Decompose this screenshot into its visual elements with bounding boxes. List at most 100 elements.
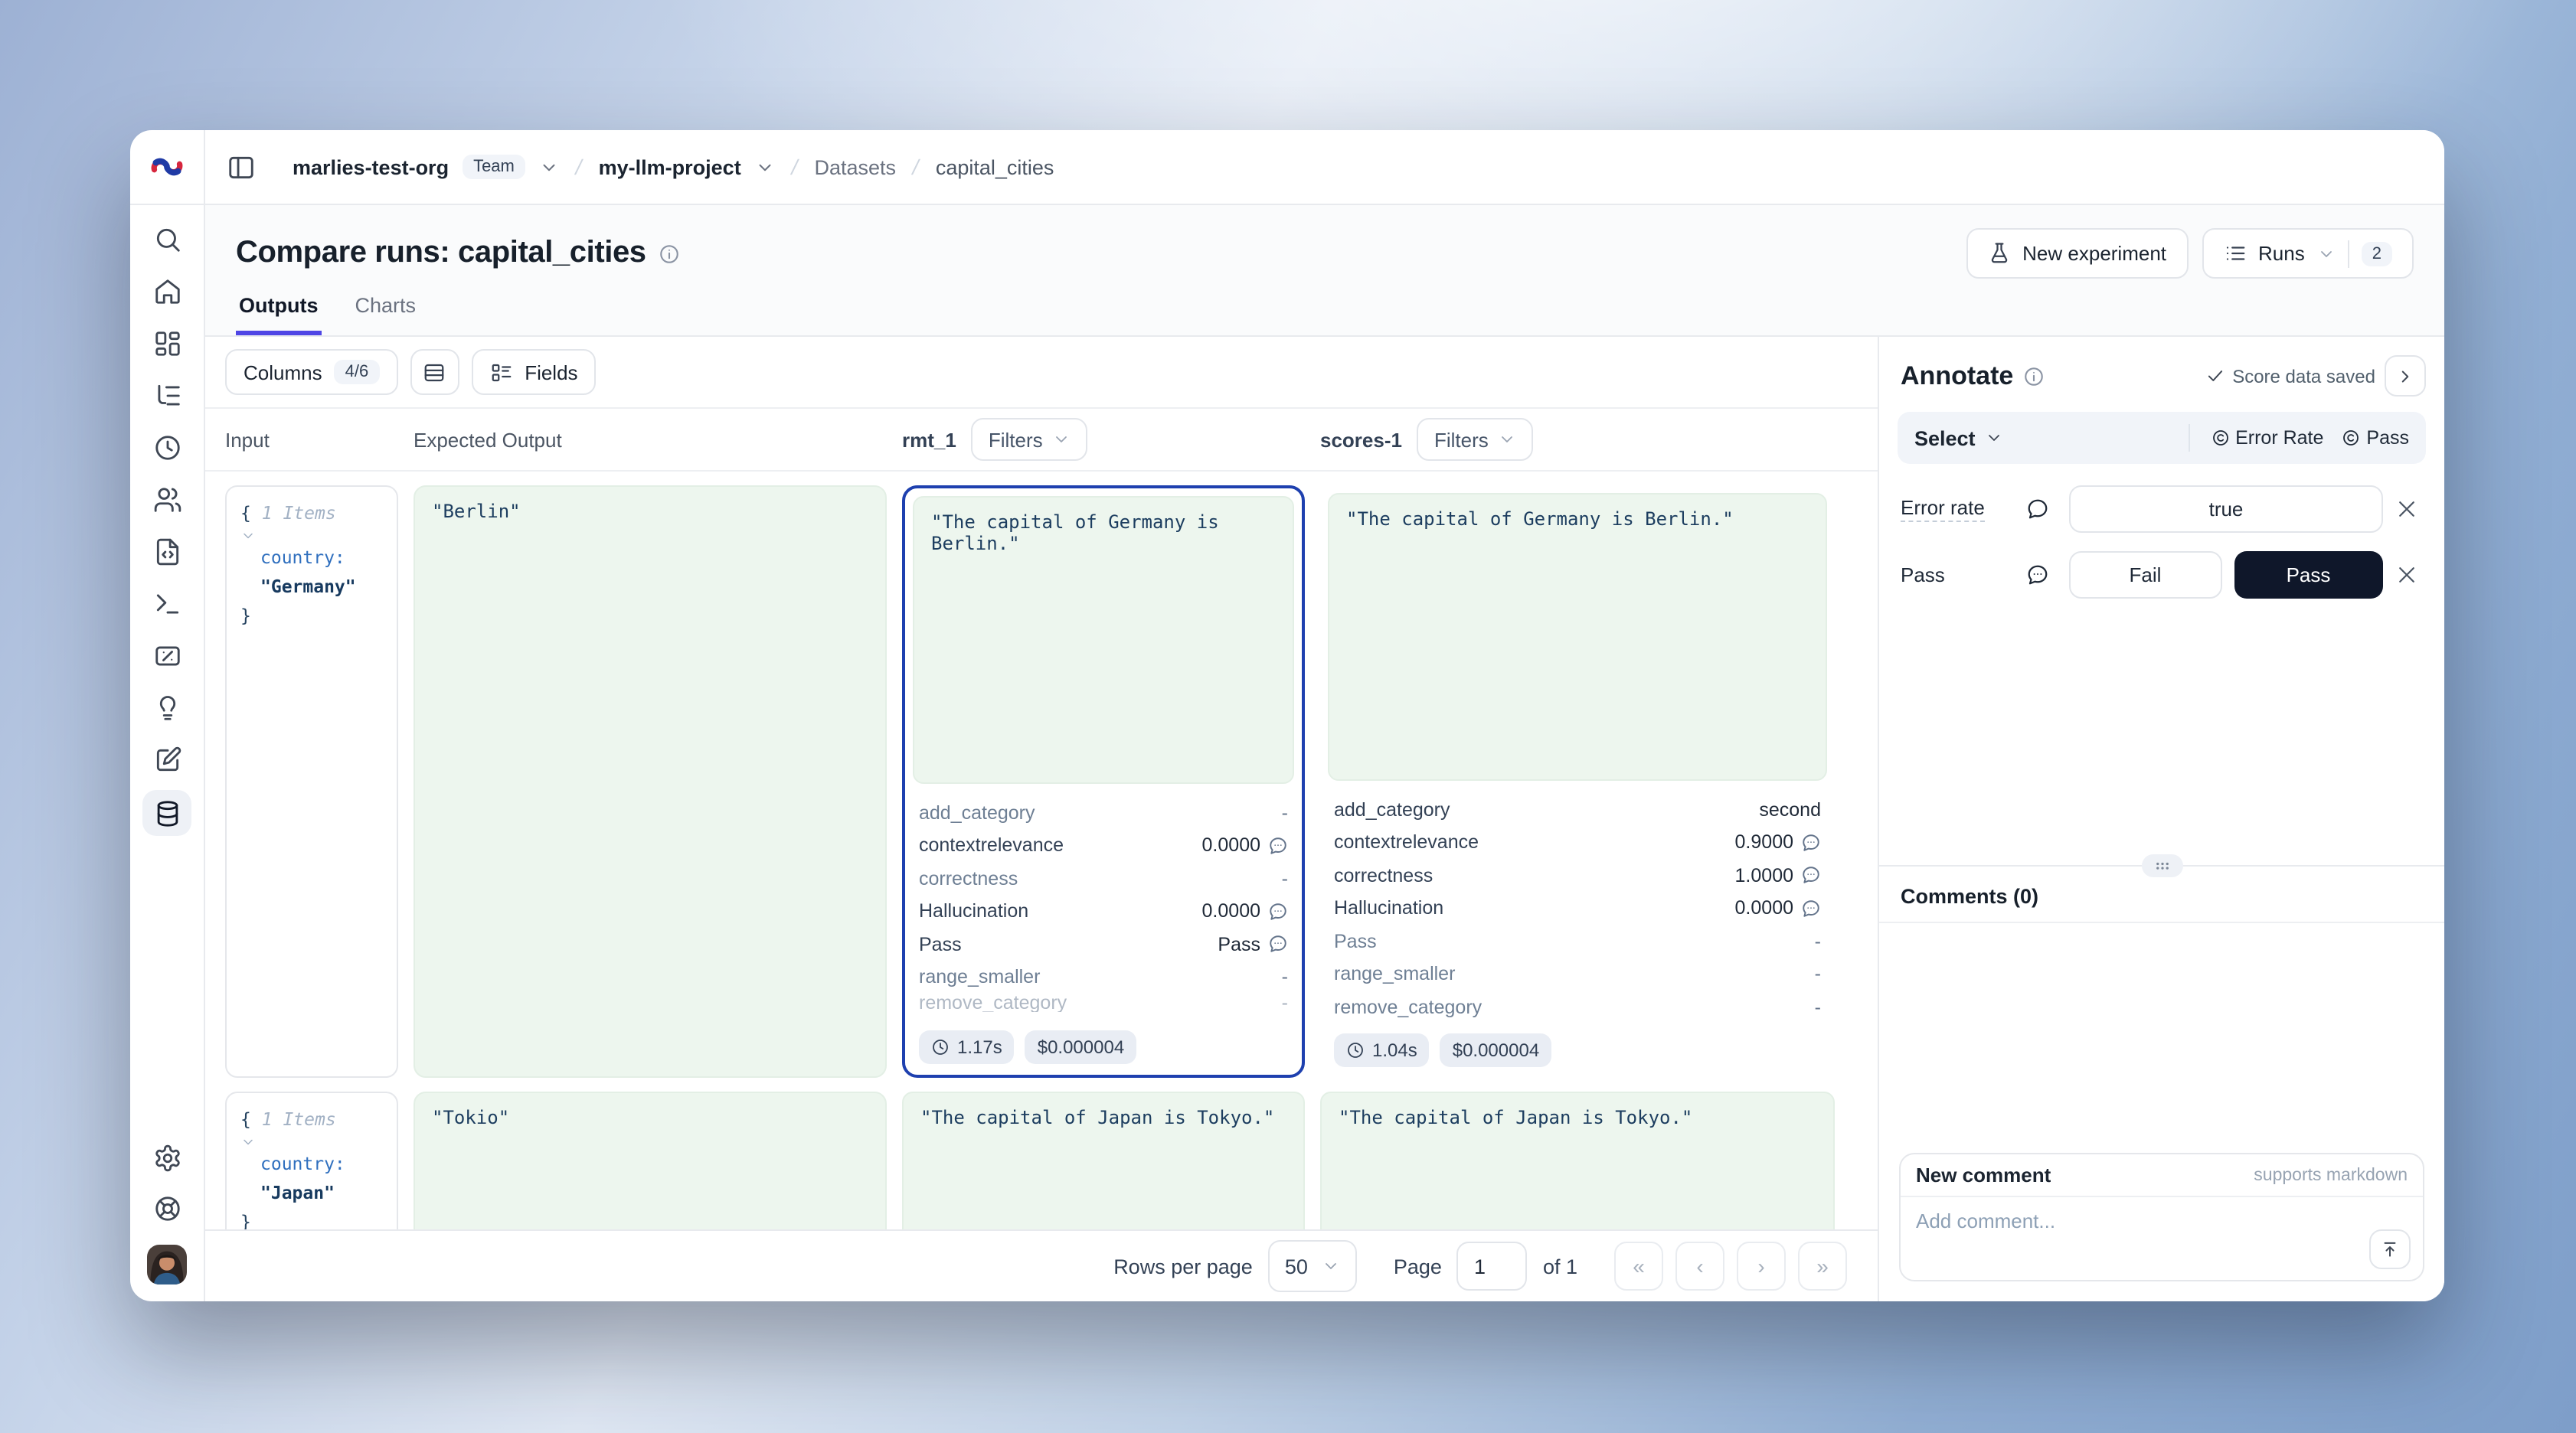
expected-output-cell[interactable]: "Tokio" [414, 1092, 887, 1229]
chevron-down-icon[interactable] [755, 157, 775, 177]
score-select-dropdown[interactable]: Select [1914, 426, 2003, 449]
pagination-bar: Rows per page 50 Page of 1 « [205, 1229, 1878, 1301]
run1-output-cell-selected[interactable]: "The capital of Germany is Berlin." add_… [902, 485, 1305, 1078]
chip-error-rate[interactable]: Error Rate [2211, 427, 2323, 449]
runs-button[interactable]: Runs 2 [2202, 228, 2414, 279]
comment-bubble-icon[interactable] [1801, 833, 1821, 853]
tracing-icon[interactable] [152, 381, 181, 410]
run2-output-cell[interactable]: "The capital of Japan is Tokyo." [1320, 1092, 1835, 1229]
page-number-input[interactable] [1457, 1242, 1528, 1291]
page-title: Compare runs: capital_cities [236, 236, 646, 271]
support-lifebuoy-icon[interactable] [152, 1194, 181, 1223]
clear-score-icon[interactable] [2395, 498, 2418, 521]
run2-filters-button[interactable]: Filters [1417, 418, 1533, 461]
categorical-score-icon [2211, 429, 2229, 447]
info-icon[interactable] [2022, 365, 2044, 387]
evals-icon[interactable] [152, 641, 181, 671]
arrow-up-from-line-icon [2380, 1239, 2400, 1260]
comment-bubble-icon[interactable] [1801, 899, 1821, 919]
next-page-button[interactable]: › [1737, 1242, 1786, 1291]
columns-button[interactable]: Columns 4/6 [225, 349, 397, 395]
annotate-title: Annotate [1901, 361, 2013, 391]
toggle-sidebar-icon[interactable] [227, 152, 256, 181]
user-avatar[interactable] [147, 1245, 187, 1284]
json-value: "Germany" [260, 576, 356, 597]
row-height-button[interactable] [410, 349, 459, 395]
users-icon[interactable] [152, 485, 181, 514]
breadcrumb-project[interactable]: my-llm-project [599, 155, 741, 178]
prompts-file-icon[interactable] [152, 537, 181, 566]
score-row: add_category- [919, 796, 1288, 829]
tab-outputs[interactable]: Outputs [236, 294, 322, 335]
json-items-toggle[interactable]: 1 Items [240, 1108, 383, 1150]
pass-option-button[interactable]: Pass [2234, 551, 2383, 599]
column-header-run2[interactable]: scores-1 [1320, 428, 1402, 451]
tab-charts[interactable]: Charts [352, 294, 420, 335]
runs-list-icon [2223, 242, 2246, 265]
comment-bubble-dots-icon[interactable] [2026, 563, 2049, 586]
chip-pass[interactable]: Pass [2342, 427, 2409, 449]
app-logo[interactable] [130, 130, 204, 205]
last-page-button[interactable]: » [1798, 1242, 1847, 1291]
column-header-expected-output[interactable]: Expected Output [414, 428, 887, 451]
breadcrumb-separator: / [789, 155, 800, 179]
first-page-button[interactable]: « [1614, 1242, 1663, 1291]
input-cell[interactable]: { 1 Items country: "Germany" } [225, 485, 398, 1078]
info-icon[interactable] [659, 243, 680, 264]
comment-bubble-icon[interactable] [1268, 935, 1288, 955]
comment-bubble-icon[interactable] [1268, 836, 1288, 856]
run1-scores: add_category- contextrelevance0.0000 cor… [913, 784, 1294, 1024]
column-header-run1[interactable]: rmt_1 [902, 428, 956, 451]
insights-lightbulb-icon[interactable] [152, 694, 181, 723]
page-label: Page [1394, 1255, 1442, 1278]
new-experiment-button[interactable]: New experiment [1966, 228, 2188, 279]
score-row: add_categorysecond [1334, 793, 1821, 826]
annotation-queues-icon[interactable] [152, 746, 181, 775]
breadcrumb-org[interactable]: marlies-test-org [293, 155, 449, 178]
run2-output-cell[interactable]: "The capital of Germany is Berlin." add_… [1320, 485, 1835, 1078]
submit-comment-button[interactable] [2369, 1229, 2411, 1269]
fail-option-button[interactable]: Fail [2069, 551, 2221, 599]
clear-score-icon[interactable] [2395, 563, 2418, 586]
table-pane: Columns 4/6 Fields Input Expec [205, 337, 1878, 1301]
breadcrumb-datasets[interactable]: Datasets [815, 155, 897, 178]
score-saved-status: Score data saved [2205, 365, 2375, 387]
sidebar-item-datasets[interactable] [142, 790, 191, 836]
score-row: Hallucination0.0000 [1334, 892, 1821, 925]
dashboards-icon[interactable] [152, 329, 181, 358]
comment-bubble-icon[interactable] [1801, 866, 1821, 886]
page-of-label: of 1 [1543, 1255, 1577, 1278]
run1-output-cell[interactable]: "The capital of Japan is Tokyo." [902, 1092, 1305, 1229]
fields-button[interactable]: Fields [471, 349, 596, 395]
score-select-bar: Select Error Rate Pass [1898, 412, 2426, 464]
annotate-row-error-rate: Error rate [1879, 476, 2444, 542]
comment-input[interactable] [1901, 1197, 2423, 1280]
latency-badge: 1.04s [1334, 1033, 1430, 1067]
run1-filters-button[interactable]: Filters [972, 418, 1087, 461]
chevron-down-icon[interactable] [539, 157, 559, 177]
search-icon[interactable] [152, 225, 181, 254]
breadcrumb-separator: / [910, 155, 922, 179]
resize-handle[interactable] [2141, 854, 2182, 877]
breadcrumb-dataset-name[interactable]: capital_cities [936, 155, 1054, 178]
playground-terminal-icon[interactable] [152, 589, 181, 619]
sessions-clock-icon[interactable] [152, 433, 181, 462]
page-header: Compare runs: capital_cities New experim… [205, 205, 2444, 337]
runs-count-badge: 2 [2362, 241, 2392, 266]
expected-output-cell[interactable]: "Berlin" [414, 485, 887, 1078]
json-key: country: [260, 1153, 345, 1174]
json-items-toggle[interactable]: 1 Items [240, 502, 383, 543]
settings-gear-icon[interactable] [152, 1144, 181, 1173]
comment-bubble-icon[interactable] [2026, 498, 2049, 521]
chevron-right-icon [2395, 365, 2415, 387]
collapse-panel-button[interactable] [2385, 355, 2426, 397]
input-cell[interactable]: { 1 Items country: "Japan" } [225, 1092, 398, 1229]
home-icon[interactable] [152, 277, 181, 306]
comment-bubble-icon[interactable] [1268, 902, 1288, 922]
score-row: contextrelevance0.0000 [919, 829, 1288, 862]
rows-per-page-select[interactable]: 50 [1268, 1240, 1357, 1292]
prev-page-button[interactable]: ‹ [1675, 1242, 1724, 1291]
error-rate-value-input[interactable] [2069, 485, 2383, 533]
column-header-input[interactable]: Input [225, 428, 398, 451]
score-row: remove_category- [1334, 991, 1821, 1023]
